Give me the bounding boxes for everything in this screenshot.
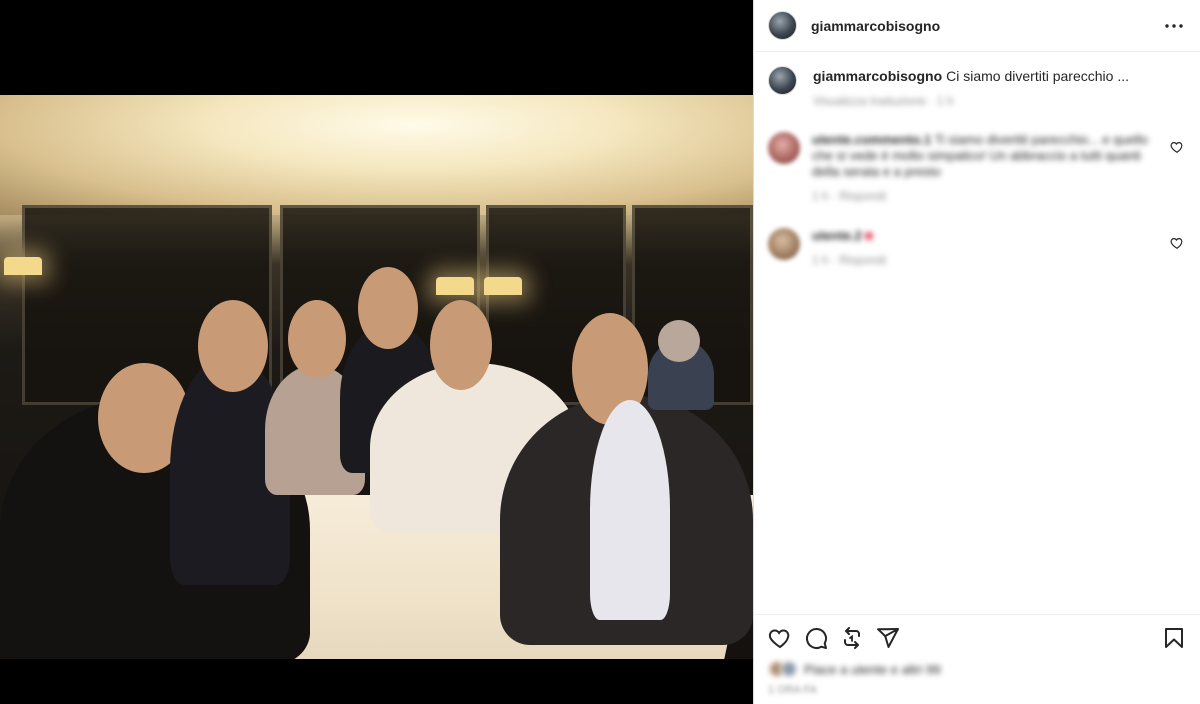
share-icon: [877, 627, 899, 648]
post-action-bar: [754, 614, 1200, 660]
photo-face: [658, 320, 700, 362]
photo-person: [590, 400, 670, 620]
caption-meta: Visualizza traduzione · 1 h: [813, 94, 954, 108]
comment-item: utente.2 1 h · Rispondi: [768, 228, 1186, 268]
author-avatar[interactable]: [768, 11, 797, 40]
comment-heart-icon[interactable]: [1170, 236, 1184, 250]
caption: giammarcobisogno Ci siamo divertiti parec…: [768, 66, 1186, 110]
repost-button[interactable]: [840, 626, 864, 650]
comment-meta: 1 h · Rispondi: [812, 189, 887, 203]
photo-ceiling: [0, 95, 753, 215]
media-viewer: [0, 0, 753, 704]
caption-text: giammarcobisogno Ci siamo divertiti parec…: [813, 66, 1129, 85]
photo-face: [288, 300, 346, 378]
post-side-panel: giammarcobisogno giammarcobisogno Ci siam…: [753, 0, 1200, 704]
comment-avatar[interactable]: [768, 228, 800, 260]
likes-summary[interactable]: Piace a utente e altri 99: [768, 660, 941, 678]
likes-text: Piace a utente e altri 99: [804, 661, 941, 677]
comment-username[interactable]: utente.commento.1: [812, 132, 931, 147]
caption-avatar[interactable]: [768, 66, 797, 95]
photo-face: [430, 300, 492, 390]
liker-avatar: [780, 660, 798, 678]
like-button[interactable]: [768, 626, 792, 650]
post-header: giammarcobisogno: [754, 0, 1200, 52]
photo-lamp: [436, 277, 474, 295]
bookmark-icon: [1165, 627, 1183, 648]
post-photo[interactable]: [0, 95, 753, 659]
comment-button[interactable]: [804, 626, 828, 650]
photo-face: [198, 300, 268, 392]
caption-body: Ci siamo divertiti parecchio ...: [946, 68, 1129, 84]
comments-list[interactable]: giammarcobisogno Ci siamo divertiti parec…: [754, 52, 1200, 612]
heart-icon: [768, 628, 790, 648]
comment-emoji: [865, 232, 874, 240]
post-date: 1 ORA FA: [768, 684, 817, 696]
comment-item: utente.commento.1 Ti siamo divertiti par…: [768, 132, 1186, 204]
comment-avatar[interactable]: [768, 132, 800, 164]
more-icon: [1165, 23, 1183, 28]
photo-lamp: [4, 257, 42, 275]
author-username[interactable]: giammarcobisogno: [811, 18, 940, 34]
photo-face: [358, 267, 418, 349]
comment-icon: [806, 627, 827, 649]
caption-username[interactable]: giammarcobisogno: [813, 68, 942, 84]
comment-username[interactable]: utente.2: [812, 228, 862, 243]
photo-lamp: [484, 277, 522, 295]
repost-icon: [844, 626, 860, 649]
comment-heart-icon[interactable]: [1170, 140, 1184, 154]
comment-meta: 1 h · Rispondi: [812, 253, 887, 267]
share-button[interactable]: [876, 626, 900, 650]
more-options-button[interactable]: [1162, 14, 1186, 38]
save-button[interactable]: [1162, 626, 1186, 650]
